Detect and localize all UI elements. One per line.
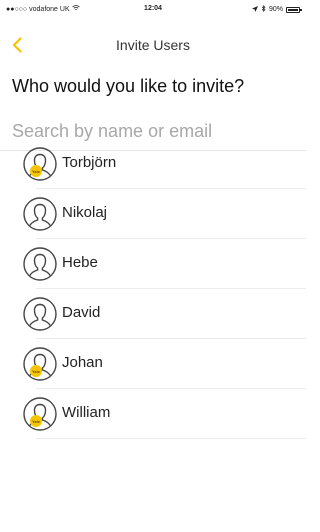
- user-list-item[interactable]: Yale Torbjörn: [0, 139, 306, 189]
- user-name: Johan: [62, 354, 103, 371]
- user-avatar-icon: [23, 147, 57, 181]
- page-title: Invite Users: [116, 37, 190, 53]
- location-arrow-icon: [251, 5, 258, 14]
- status-right: 90%: [251, 4, 302, 14]
- user-name: William: [62, 404, 111, 421]
- user-avatar-icon: [23, 197, 57, 231]
- user-name: Torbjörn: [62, 154, 117, 171]
- user-list-item[interactable]: Nikolaj: [0, 189, 306, 239]
- user-avatar-icon: [23, 347, 57, 381]
- user-list-item[interactable]: David: [0, 289, 306, 339]
- user-name: Hebe: [62, 254, 98, 271]
- user-avatar-icon: [23, 297, 57, 331]
- battery-percentage: 90%: [268, 6, 283, 13]
- member-badge-icon: Yale: [30, 165, 42, 177]
- status-bar: ●●○○○ vodafone UK 12:04 90%: [0, 0, 306, 20]
- bluetooth-icon: [261, 4, 266, 14]
- user-name: David: [62, 304, 101, 321]
- user-list-item[interactable]: Hebe: [0, 239, 306, 289]
- invite-prompt-heading: Who would you like to invite?: [12, 76, 245, 96]
- user-avatar-icon: [23, 247, 57, 281]
- divider: [36, 438, 306, 439]
- navigation-bar: Invite Users: [0, 30, 306, 60]
- member-badge-icon: Yale: [30, 365, 42, 377]
- member-badge-icon: Yale: [30, 415, 42, 427]
- battery-icon: [286, 6, 302, 13]
- user-avatar-icon: [23, 397, 57, 431]
- user-name: Nikolaj: [62, 204, 108, 221]
- user-list-item[interactable]: Yale William: [0, 389, 306, 439]
- user-list-item[interactable]: Yale Johan: [0, 339, 306, 389]
